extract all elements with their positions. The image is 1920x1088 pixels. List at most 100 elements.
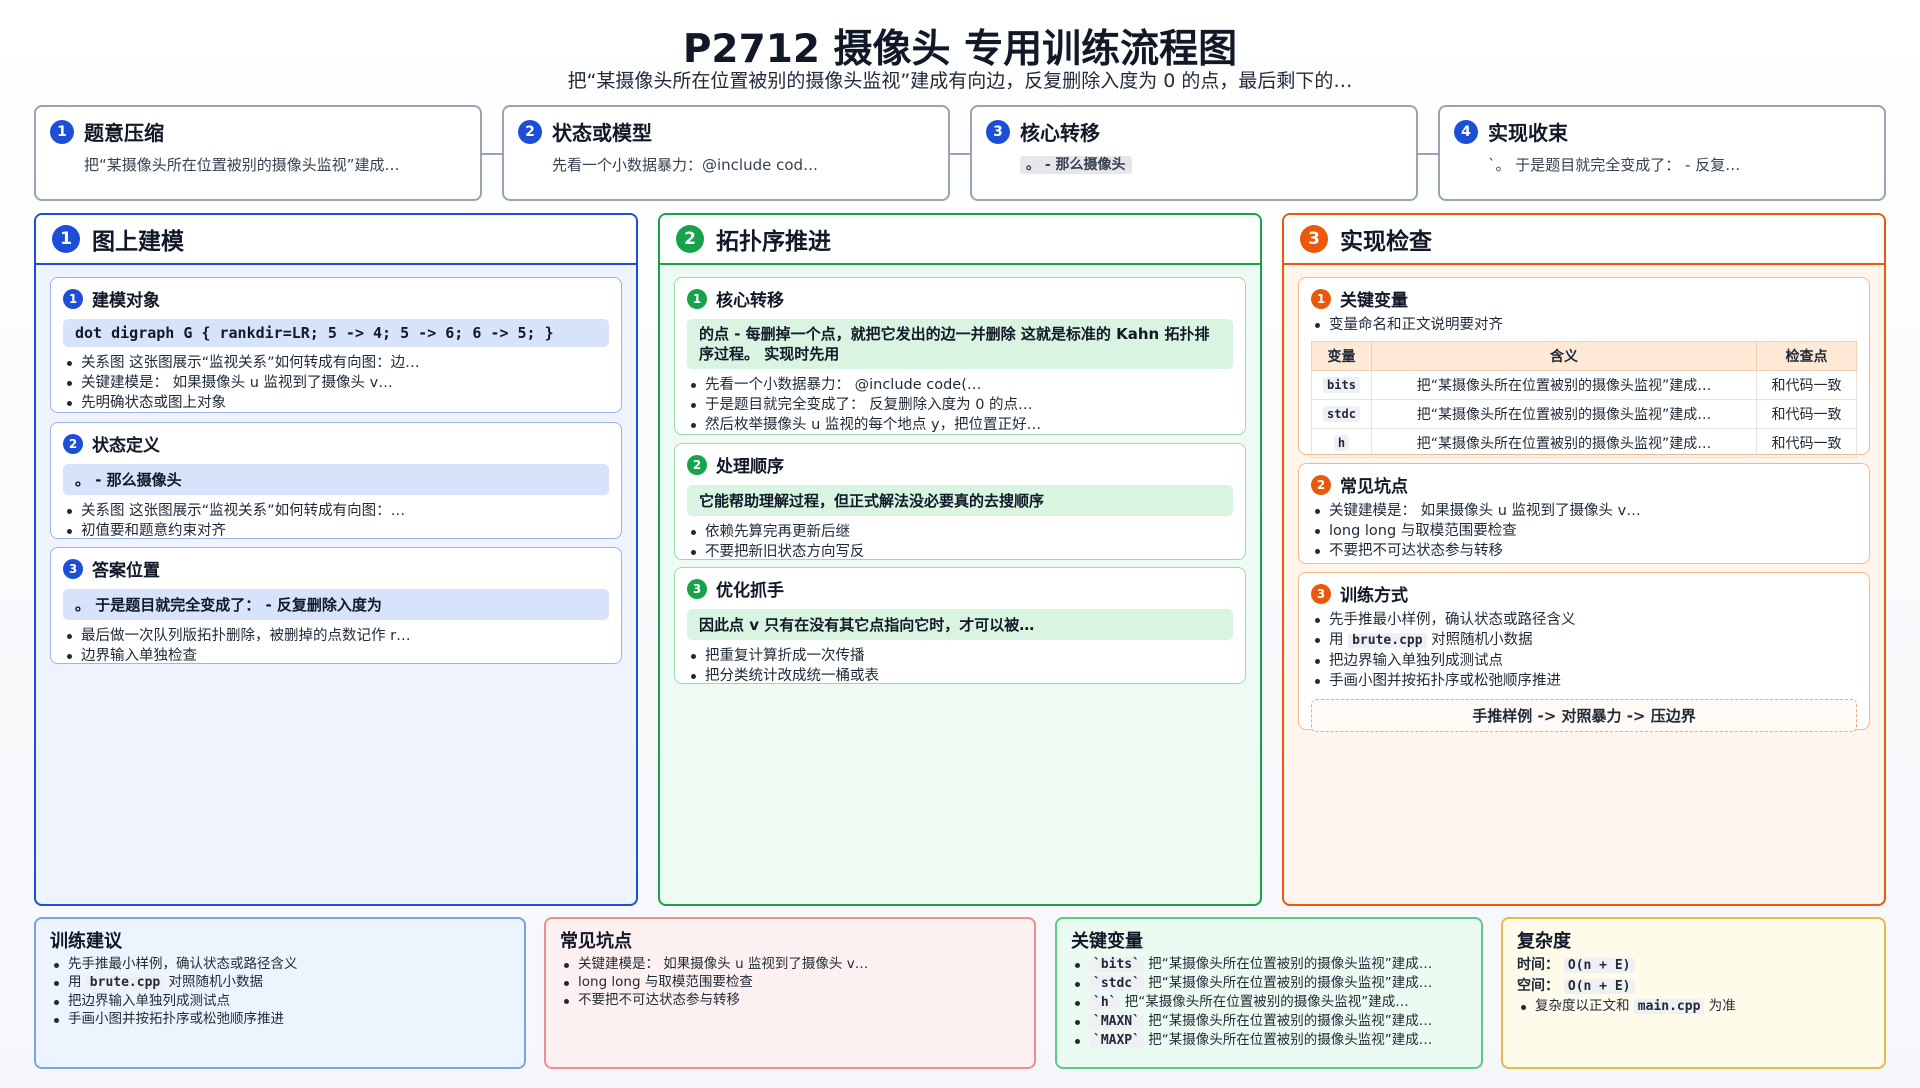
list-item-text: 把“某摄像头所在位置被别的摄像头监视”建成… [1148, 956, 1433, 972]
step-4-title: 实现收束 [1488, 121, 1568, 145]
table-row: stdc 把“某摄像头所在位置被别的摄像头监视”建成… 和代码一致 [1311, 399, 1857, 429]
step-4-desc: `。 于是题目就完全变成了： - 反复… [1488, 156, 1741, 174]
column-2-title: 拓扑序推进 [716, 229, 831, 255]
card-number-badge: 1 [1311, 288, 1331, 309]
card-title: 关键变量 [1340, 291, 1408, 311]
list-item: 边界输入单独检查 [63, 646, 609, 666]
card-number-badge: 3 [63, 558, 83, 579]
card-title: 常见坑点 [1340, 477, 1408, 497]
table-cell: stdc [1323, 406, 1360, 422]
list-item: 用 brute.cpp 对照随机小数据 [1311, 630, 1857, 651]
training-flow-box: 手推样例 -> 对照暴力 -> 压边界 [1311, 699, 1857, 732]
space-complexity: 空间： O(n + E) [1517, 976, 1870, 997]
column-implementation-check: 3 实现检查 1 关键变量 变量命名和正文说明要对齐 变量 含义 检查点 bits … [1282, 213, 1886, 906]
inline-code: main.cpp [1633, 999, 1705, 1014]
column-3-title: 实现检查 [1340, 229, 1432, 255]
card-optimization: 3 优化抓手 因此点 v 只有在没有其它点指向它时，才可以被… 把重复计算折成一次… [674, 567, 1246, 684]
highlight-band: 的点 - 每删掉一个点，就把它发出的边一并删除 这就是标准的 Kahn 拓扑排序… [687, 319, 1233, 369]
step-3-title: 核心转移 [1020, 121, 1100, 145]
card-state-definition: 2 状态定义 。 - 那么摄像头 关系图 这张图展示“监视关系”如何转成有向图：…… [50, 422, 622, 539]
list-item: 初值要和题意约束对齐 [63, 521, 609, 541]
card-title: 训练方式 [1340, 586, 1408, 606]
card-common-pitfalls: 2 常见坑点 关键建模是： 如果摄像头 u 监视到了摄像头 v… long lon… [1298, 463, 1870, 564]
card-training-method: 3 训练方式 先手推最小样例，确认状态或路径含义 用 brute.cpp 对照随机… [1298, 572, 1870, 732]
step-1-title: 题意压缩 [84, 121, 164, 145]
list-item: 关系图 这张图展示“监视关系”如何转成有向图：边… [63, 353, 609, 373]
list-item-text: 用 [68, 974, 82, 990]
table-cell: 和代码一致 [1756, 370, 1857, 400]
list-item: 先手推最小样例，确认状态或路径含义 [50, 955, 510, 973]
step-1-box: 1 题意压缩 把“某摄像头所在位置被别的摄像头监视”建成… [34, 105, 482, 201]
list-item: 先明确状态或图上对象 [63, 393, 609, 413]
space-value: O(n + E) [1563, 979, 1635, 994]
code-band: dot digraph G { rankdir=LR; 5 -> 4; 5 ->… [63, 319, 609, 347]
inline-code: `MAXN` [1089, 1014, 1144, 1029]
card-number-badge: 2 [63, 433, 83, 454]
card-number-badge: 2 [1311, 474, 1331, 495]
table-cell: 把“某摄像头所在位置被别的摄像头监视”建成… [1371, 370, 1757, 400]
list-item: 把重复计算折成一次传播 [687, 646, 1233, 666]
list-item: `bits` 把“某摄像头所在位置被别的摄像头监视”建成… [1071, 955, 1467, 974]
step-connector [1418, 153, 1438, 155]
card-number-badge: 2 [687, 454, 707, 475]
step-2-box: 2 状态或模型 先看一个小数据暴力：@include cod… [502, 105, 950, 201]
list-item: 把边界输入单独列成测试点 [50, 992, 510, 1010]
card-key-variables: 1 关键变量 变量命名和正文说明要对齐 变量 含义 检查点 bits 把“某摄像头… [1298, 277, 1870, 458]
card-number-badge: 3 [687, 578, 707, 599]
inline-code: `h` [1089, 995, 1121, 1010]
list-item-text: 把“某摄像头所在位置被别的摄像头监视”建成… [1148, 1032, 1433, 1048]
list-item: `MAXP` 把“某摄像头所在位置被别的摄像头监视”建成… [1071, 1031, 1467, 1050]
list-item: `h` 把“某摄像头所在位置被别的摄像头监视”建成… [1071, 993, 1467, 1012]
step-2-desc: 先看一个小数据暴力：@include cod… [552, 156, 819, 174]
column-graph-modeling: 1 图上建模 1 建模对象 dot digraph G { rankdir=LR; … [34, 213, 638, 906]
card-number-badge: 3 [1311, 583, 1331, 604]
step-2-number-badge: 2 [518, 119, 542, 144]
time-value: O(n + E) [1563, 958, 1635, 973]
training-advice-box: 训练建议 先手推最小样例，确认状态或路径含义 用 brute.cpp 对照随机小… [34, 917, 526, 1069]
step-4-box: 4 实现收束 `。 于是题目就完全变成了： - 反复… [1438, 105, 1886, 201]
list-item: long long 与取模范围要检查 [1311, 521, 1857, 541]
table-header: 变量 [1311, 341, 1372, 371]
list-item-text: 用 [1329, 632, 1344, 648]
list-item-text: 为准 [1708, 998, 1736, 1014]
complexity-box: 复杂度 时间： O(n + E) 空间： O(n + E) 复杂度以正文和 ma… [1501, 917, 1886, 1069]
list-item: 变量命名和正文说明要对齐 [1311, 315, 1857, 335]
box-title: 关键变量 [1071, 931, 1143, 952]
common-pitfalls-box: 常见坑点 关键建模是： 如果摄像头 u 监视到了摄像头 v… long long… [544, 917, 1036, 1069]
list-item: 于是题目就完全变成了： 反复删除入度为 0 的点… [687, 395, 1233, 415]
list-item: 依赖先算完再更新后继 [687, 522, 1233, 542]
column-2-number-badge: 2 [676, 225, 704, 253]
step-3-number-badge: 3 [986, 119, 1010, 144]
list-item: 关键建模是： 如果摄像头 u 监视到了摄像头 v… [63, 373, 609, 393]
list-item-text: 把“某摄像头所在位置被别的摄像头监视”建成… [1148, 1013, 1433, 1029]
list-item: long long 与取模范围要检查 [560, 973, 1020, 991]
step-connector [950, 153, 970, 155]
table-cell: 和代码一致 [1756, 399, 1857, 429]
step-1-number-badge: 1 [50, 119, 74, 144]
card-title: 状态定义 [92, 436, 160, 456]
table-cell: h [1333, 435, 1350, 451]
inline-code: brute.cpp [1348, 633, 1427, 648]
time-complexity: 时间： O(n + E) [1517, 955, 1870, 976]
table-cell: 和代码一致 [1756, 428, 1857, 458]
card-number-badge: 1 [63, 288, 83, 309]
list-item-text: 把“某摄像头所在位置被别的摄像头监视”建成… [1124, 994, 1409, 1010]
card-answer-position: 3 答案位置 。 于是题目就完全变成了： - 反复删除入度为 最后做一次队列版拓扑… [50, 547, 622, 664]
list-item: 用 brute.cpp 对照随机小数据 [50, 973, 510, 992]
step-connector [482, 153, 502, 155]
list-item: 关键建模是： 如果摄像头 u 监视到了摄像头 v… [1311, 501, 1857, 521]
list-item: 手画小图并按拓扑序或松弛顺序推进 [50, 1010, 510, 1028]
table-row: bits 把“某摄像头所在位置被别的摄像头监视”建成… 和代码一致 [1311, 370, 1857, 400]
list-item: 把边界输入单独列成测试点 [1311, 651, 1857, 671]
card-number-badge: 1 [687, 288, 707, 309]
card-title: 答案位置 [92, 561, 160, 581]
variables-table: 变量 含义 检查点 bits 把“某摄像头所在位置被别的摄像头监视”建成… 和代… [1311, 341, 1857, 458]
highlight-band: 。 - 那么摄像头 [63, 464, 609, 495]
list-item: 把分类统计改成统一桶或表 [687, 666, 1233, 686]
list-item: 关系图 这张图展示“监视关系”如何转成有向图：… [63, 501, 609, 521]
list-item-text: 对照随机小数据 [1431, 632, 1533, 648]
space-label: 空间： [1517, 978, 1559, 994]
list-item: `stdc` 把“某摄像头所在位置被别的摄像头监视”建成… [1071, 974, 1467, 993]
column-3-number-badge: 3 [1300, 225, 1328, 253]
inline-code: `stdc` [1089, 976, 1144, 991]
